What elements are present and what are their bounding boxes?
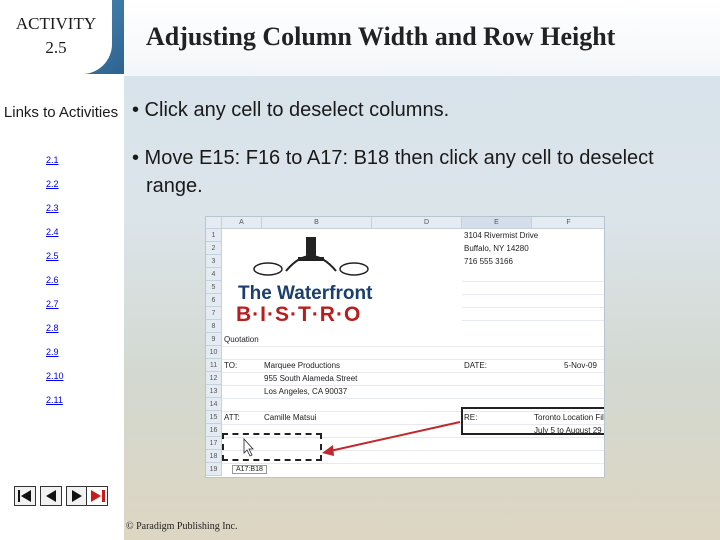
last-slide-icon bbox=[91, 490, 105, 502]
previous-slide-button[interactable] bbox=[40, 486, 62, 506]
slide-title: Adjusting Column Width and Row Height bbox=[146, 22, 616, 51]
last-slide-button[interactable] bbox=[86, 486, 108, 506]
link-2-4[interactable]: 2.4 bbox=[46, 227, 59, 237]
link-2-7[interactable]: 2.7 bbox=[46, 299, 59, 309]
left-panel bbox=[0, 0, 124, 540]
first-slide-icon bbox=[18, 490, 31, 502]
range-tooltip: A17:B18 bbox=[232, 465, 267, 474]
bullet-1: • Click any cell to deselect columns. bbox=[132, 99, 450, 121]
link-2-2[interactable]: 2.2 bbox=[46, 179, 59, 189]
link-2-10[interactable]: 2.10 bbox=[46, 371, 64, 381]
move-arrow-icon bbox=[243, 421, 461, 457]
link-2-1[interactable]: 2.1 bbox=[46, 155, 59, 165]
link-2-8[interactable]: 2.8 bbox=[46, 323, 59, 333]
activity-badge-inner: ACTIVITY 2.5 bbox=[0, 0, 112, 74]
first-slide-button[interactable] bbox=[14, 486, 36, 506]
activity-badge: ACTIVITY 2.5 bbox=[0, 0, 124, 74]
links-title: Links to Activities bbox=[3, 104, 119, 121]
link-2-6[interactable]: 2.6 bbox=[46, 275, 59, 285]
spreadsheet-screenshot: A B C D E F 1 2 3 4 5 6 7 8 9 10 11 12 1… bbox=[205, 216, 605, 478]
link-2-3[interactable]: 2.3 bbox=[46, 203, 59, 213]
copyright-text: © Paradigm Publishing Inc. bbox=[126, 521, 238, 532]
previous-arrow-icon bbox=[46, 490, 56, 502]
next-slide-button[interactable] bbox=[66, 486, 88, 506]
link-2-5[interactable]: 2.5 bbox=[46, 251, 59, 261]
bullet-2: • Move E15: F16 to A17: B18 then click a… bbox=[132, 147, 654, 197]
link-2-11[interactable]: 2.11 bbox=[46, 395, 63, 405]
link-2-9[interactable]: 2.9 bbox=[46, 347, 59, 357]
next-arrow-icon bbox=[72, 490, 82, 502]
activity-label: ACTIVITY bbox=[15, 14, 97, 33]
activity-number: 2.5 bbox=[45, 38, 67, 57]
